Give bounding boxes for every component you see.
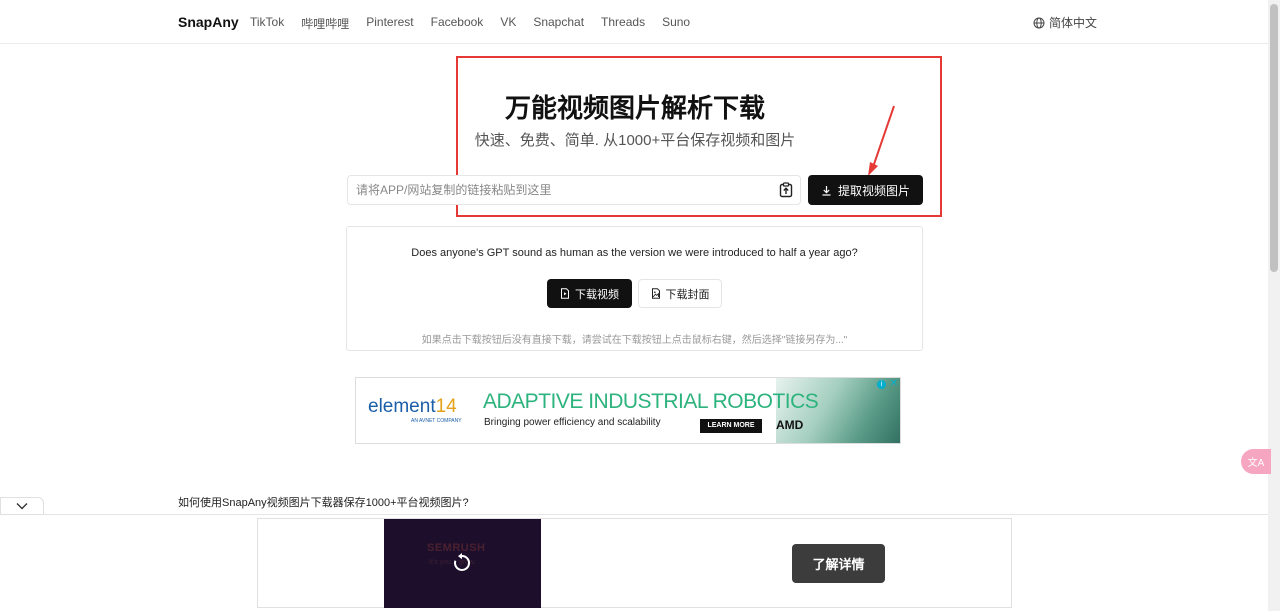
nav-link-snapchat[interactable]: Snapchat bbox=[533, 15, 584, 32]
ad-brand-logo: element14 bbox=[368, 396, 457, 417]
nav-link-bilibili[interactable]: 哔哩哔哩 bbox=[301, 15, 349, 32]
url-input[interactable] bbox=[348, 176, 768, 204]
ad-learn-more-button[interactable]: LEARN MORE bbox=[700, 419, 762, 433]
ad-tagline: Bringing power efficiency and scalabilit… bbox=[484, 417, 661, 428]
result-card: Does anyone's GPT sound as human as the … bbox=[346, 226, 923, 351]
nav-link-tiktok[interactable]: TikTok bbox=[250, 15, 284, 32]
brand-logo[interactable]: SnapAny bbox=[178, 14, 239, 30]
ad-sponsor-logo: AMD bbox=[776, 418, 804, 432]
nav-link-threads[interactable]: Threads bbox=[601, 15, 645, 32]
download-icon bbox=[822, 185, 831, 196]
ad-brand-sub: AN AVNET COMPANY bbox=[411, 418, 462, 424]
nav-links: TikTok 哔哩哔哩 Pinterest Facebook VK Snapch… bbox=[250, 15, 707, 32]
download-video-label: 下载视频 bbox=[575, 288, 619, 301]
extract-button[interactable]: 提取视频图片 bbox=[808, 175, 923, 205]
result-title: Does anyone's GPT sound as human as the … bbox=[411, 247, 858, 259]
download-video-button[interactable]: 下载视频 bbox=[547, 279, 632, 308]
ad-banner-semrush[interactable]: SEMRUSH It's you... grow. 了解详情 bbox=[257, 518, 1012, 608]
ad-close-icon[interactable]: ✕ bbox=[890, 378, 898, 389]
download-hint: 如果点击下载按钮后没有直接下载，请尝试在下载按钮上点击鼠标右键，然后选择"链接另… bbox=[421, 335, 848, 346]
chevron-down-icon bbox=[16, 503, 28, 510]
clipboard-paste-icon[interactable] bbox=[778, 182, 794, 198]
ad-video-player[interactable]: SEMRUSH It's you... grow. bbox=[384, 519, 541, 608]
scrollbar-thumb[interactable] bbox=[1270, 4, 1278, 272]
globe-icon bbox=[1033, 17, 1045, 28]
top-navbar: SnapAny TikTok 哔哩哔哩 Pinterest Facebook V… bbox=[0, 0, 1268, 44]
url-search-box bbox=[347, 175, 801, 205]
ad-learn-details-button[interactable]: 了解详情 bbox=[792, 544, 885, 583]
download-cover-button[interactable]: 下载封面 bbox=[638, 279, 722, 308]
ad-headline: ADAPTIVE INDUSTRIAL ROBOTICS bbox=[483, 390, 819, 413]
replay-icon[interactable] bbox=[452, 553, 472, 573]
file-image-icon bbox=[651, 288, 660, 299]
page-scrollbar[interactable] bbox=[1268, 0, 1280, 611]
language-selector[interactable]: 简体中文 bbox=[1033, 14, 1097, 31]
file-video-icon bbox=[561, 288, 569, 299]
ad-banner-element14[interactable]: element14 AN AVNET COMPANY ADAPTIVE INDU… bbox=[355, 377, 901, 444]
annotation-arrow-icon bbox=[868, 105, 895, 176]
download-cover-label: 下载封面 bbox=[665, 288, 710, 301]
ad-info-icon[interactable]: i bbox=[877, 380, 886, 389]
nav-link-suno[interactable]: Suno bbox=[662, 15, 690, 32]
faq-heading: 如何使用SnapAny视频图片下载器保存1000+平台视频图片? bbox=[178, 497, 469, 509]
language-label: 简体中文 bbox=[1049, 16, 1098, 30]
extract-button-label: 提取视频图片 bbox=[837, 183, 910, 198]
nav-link-pinterest[interactable]: Pinterest bbox=[366, 15, 413, 32]
collapse-ad-button[interactable] bbox=[0, 497, 44, 515]
nav-link-facebook[interactable]: Facebook bbox=[431, 15, 484, 32]
translate-icon[interactable]: 文A bbox=[1241, 449, 1271, 474]
nav-link-vk[interactable]: VK bbox=[500, 15, 516, 32]
